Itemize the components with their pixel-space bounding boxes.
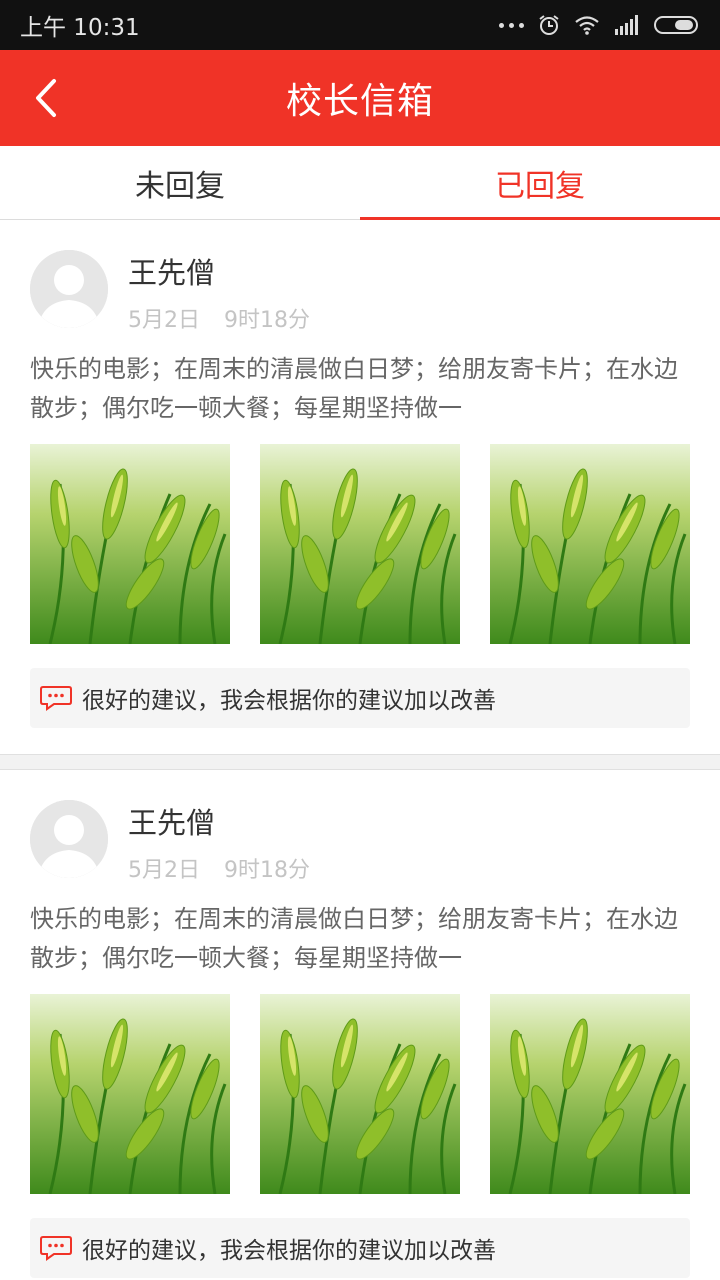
status-time: 上午 10:31 [20, 15, 140, 41]
avatar [30, 800, 108, 878]
chat-bubble-icon [40, 1235, 72, 1261]
chevron-left-icon [36, 79, 56, 117]
post-image[interactable] [30, 994, 230, 1194]
image-grid [30, 444, 690, 644]
reply-text: 很好的建议，我会根据你的建议加以改善 [82, 1238, 496, 1264]
post-image[interactable] [490, 444, 690, 644]
battery-icon [654, 16, 698, 34]
image-grid [30, 994, 690, 1194]
status-icons [499, 14, 698, 36]
tab-unreplied[interactable]: 未回复 [0, 146, 360, 219]
post-time: 9时18分 [224, 858, 310, 883]
tab-replied[interactable]: 已回复 [360, 146, 720, 220]
reply-box: 很好的建议，我会根据你的建议加以改善 [30, 1218, 690, 1278]
status-bar: 上午 10:31 [0, 0, 720, 50]
post-date: 5月2日 [128, 308, 200, 333]
wifi-icon [575, 16, 599, 35]
post-image[interactable] [260, 444, 460, 644]
page-title: 校长信箱 [285, 81, 434, 122]
post-content: 快乐的电影；在周末的清晨做白日梦；给朋友寄卡片；在水边散步；偶尔吃一顿大餐；每星… [30, 905, 678, 972]
author-name: 王先僧 [128, 806, 216, 840]
reply-box: 很好的建议，我会根据你的建议加以改善 [30, 668, 690, 728]
more-dots-icon [499, 22, 524, 28]
author-name: 王先僧 [128, 256, 216, 290]
post-image[interactable] [490, 994, 690, 1194]
post-image[interactable] [30, 444, 230, 644]
signal-icon [615, 15, 638, 35]
chat-bubble-icon [40, 685, 72, 711]
post-card[interactable]: 王先僧 5月2日 9时18分 快乐的电影；在周末的清晨做白日梦；给朋友寄卡片；在… [0, 770, 720, 1280]
back-button[interactable] [22, 74, 70, 122]
alarm-icon [539, 15, 559, 35]
card-separator [0, 754, 720, 770]
app-header: 校长信箱 [0, 50, 720, 146]
post-date: 5月2日 [128, 858, 200, 883]
post-image[interactable] [260, 994, 460, 1194]
avatar [30, 250, 108, 328]
tab-bar: 未回复 已回复 [0, 146, 720, 220]
reply-text: 很好的建议，我会根据你的建议加以改善 [82, 688, 496, 714]
post-card[interactable]: 王先僧 5月2日 9时18分 快乐的电影；在周末的清晨做白日梦；给朋友寄卡片；在… [0, 220, 720, 754]
post-content: 快乐的电影；在周末的清晨做白日梦；给朋友寄卡片；在水边散步；偶尔吃一顿大餐；每星… [30, 355, 678, 422]
post-time: 9时18分 [224, 308, 310, 333]
